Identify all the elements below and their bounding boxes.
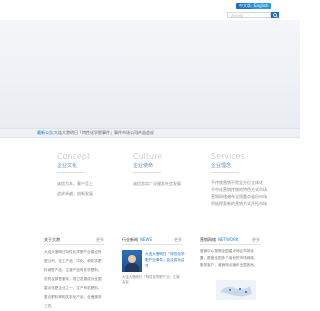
section-header: 营销网络 NETWORK — [200, 236, 260, 245]
search-input[interactable]: 搜索内容 — [227, 12, 271, 18]
person-body — [125, 263, 139, 272]
search-icon — [272, 12, 278, 18]
section-title: 营销网络 — [200, 237, 216, 242]
lang-english-button[interactable]: English — [251, 3, 272, 9]
network-section: 营销网络 NETWORK 更多 营销中心按照全国重点地区市场设置，覆盖全国多个省份… — [200, 236, 260, 300]
news-headline-link[interactable]: 大连大港明日「特性化学肥产业事件」会议成功召开 — [145, 251, 185, 269]
column-text: 诚信务实广泛服务社会发展 — [133, 181, 181, 186]
network-text: 营销中心按照全国重点地区市场设置，覆盖全国多个省份的市场网络，服务客户，营销网点… — [200, 249, 258, 267]
column-title-en: Culture — [133, 152, 163, 161]
column-text: 营销网络遍布全国重点省份市场 — [211, 194, 267, 199]
person-head — [128, 255, 136, 263]
section-header: 关于大港 — [44, 236, 104, 245]
column-text: 追求卓越，创新发展 — [57, 191, 93, 196]
column-text: 诚信为本，客户至上 — [57, 181, 93, 186]
column-title-en: Services — [211, 152, 245, 161]
column-text: 积极探索新的营销方式开拓市场 — [211, 201, 267, 206]
network-map-image[interactable] — [216, 280, 256, 300]
column-title-cn: 企业使命 — [133, 163, 154, 169]
divider — [133, 172, 161, 173]
about-text: 大连大港明日特性化学肥产业建设有限公司，化工产品、中化、和化学肥料销售产品，主营… — [44, 250, 102, 308]
section-title: 行业新闻 — [122, 237, 138, 242]
section-title-en: NETWORK — [218, 237, 239, 242]
top-bar: 中文版 English 搜索内容 — [0, 0, 300, 20]
culture-column: Culture 企业使命 诚信务实广泛服务社会发展 — [133, 152, 181, 189]
search-button[interactable] — [271, 12, 279, 18]
hero-banner — [0, 20, 300, 128]
news-more-link[interactable]: 更多 — [174, 236, 182, 244]
announcement-date: 2018-05-15 — [132, 131, 153, 135]
services-column: Services 企业理念 不传统营销不是全方位立体化 不中化营销传统的特色方式… — [211, 152, 267, 207]
map-icon — [220, 286, 252, 297]
section-header: 行业新闻 NEWS — [122, 236, 182, 245]
announcement-bar: 最新公告： 大连大港明日「特性化学肥事件」事件市场公司产品会议 2018-05-… — [0, 128, 300, 138]
about-more-link[interactable]: 更多 — [96, 236, 104, 244]
news-section: 行业新闻 NEWS 更多 大连大港明日「特性化学肥产业事件」会议成功召开 大连大港… — [122, 236, 185, 284]
network-more-link[interactable]: 更多 — [252, 236, 260, 244]
section-title: 关于大港 — [44, 237, 60, 242]
section-title-en: NEWS — [140, 237, 153, 242]
news-thumbnail[interactable] — [122, 250, 142, 272]
column-text: 不传统营销不是全方位立体化 — [211, 180, 263, 185]
divider — [211, 172, 239, 173]
concept-column: Concept 企业文化 诚信为本，客户至上 追求卓越，创新发展 — [57, 152, 93, 199]
column-title-cn: 企业文化 — [57, 163, 78, 169]
column-title-cn: 企业理念 — [211, 163, 232, 169]
column-text: 不中化营销传统的特色方式市场 — [211, 187, 267, 192]
divider — [57, 172, 85, 173]
news-item-link[interactable]: 大连大港明日「特性化学肥产业」汇报会议 — [122, 274, 182, 284]
column-title-en: Concept — [57, 152, 91, 161]
